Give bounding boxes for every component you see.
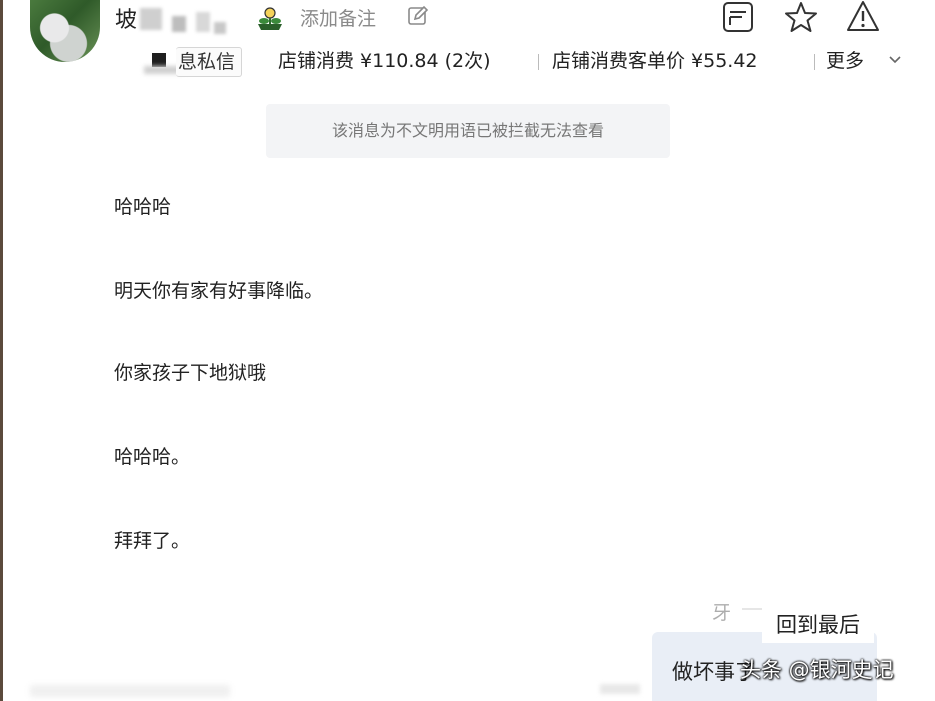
more-button[interactable]: 更多	[826, 47, 864, 75]
store-spend: 店铺消费 ¥110.84 (2次)	[278, 50, 491, 72]
edit-icon[interactable]	[407, 5, 429, 27]
flower-icon	[258, 7, 282, 30]
chat-message: 明天你有家有好事降临。	[114, 280, 324, 302]
square-icon	[152, 53, 166, 67]
message-tag: 息私信	[176, 47, 243, 77]
chevron-down-icon[interactable]	[888, 54, 902, 66]
faint-patch	[600, 684, 640, 694]
divider	[538, 54, 539, 70]
back-to-latest-button[interactable]: 回到最后	[762, 607, 874, 643]
avatar[interactable]	[30, 0, 100, 62]
window-edge	[0, 0, 3, 701]
chat-message: 拜拜了。	[114, 530, 191, 552]
chat-message: 你家孩子下地狱哦	[114, 362, 267, 384]
note-icon[interactable]	[721, 0, 755, 34]
name-blur	[140, 8, 162, 30]
chat-message: 哈哈哈	[114, 196, 172, 218]
faint-text: 牙	[712, 602, 732, 624]
contact-name: 坡	[115, 8, 138, 33]
watermark: 头条 @银河史记	[740, 658, 894, 682]
name-blur	[214, 22, 226, 34]
store-avg-spend: 店铺消费客单价 ¥55.42	[552, 50, 758, 72]
warning-icon[interactable]	[846, 0, 880, 34]
divider	[814, 54, 815, 70]
info-bar: 息私信 店铺消费 ¥110.84 (2次) 店铺消费客单价 ¥55.42 更多	[140, 46, 930, 78]
chat-message: 哈哈哈。	[114, 446, 191, 468]
name-blur	[196, 12, 210, 32]
star-icon[interactable]	[784, 0, 818, 34]
name-blur	[172, 16, 186, 32]
faint-patch	[30, 685, 230, 697]
add-note-button[interactable]: 添加备注	[300, 4, 376, 31]
blocked-message-notice: 该消息为不文明用语已被拦截无法查看	[266, 104, 670, 158]
